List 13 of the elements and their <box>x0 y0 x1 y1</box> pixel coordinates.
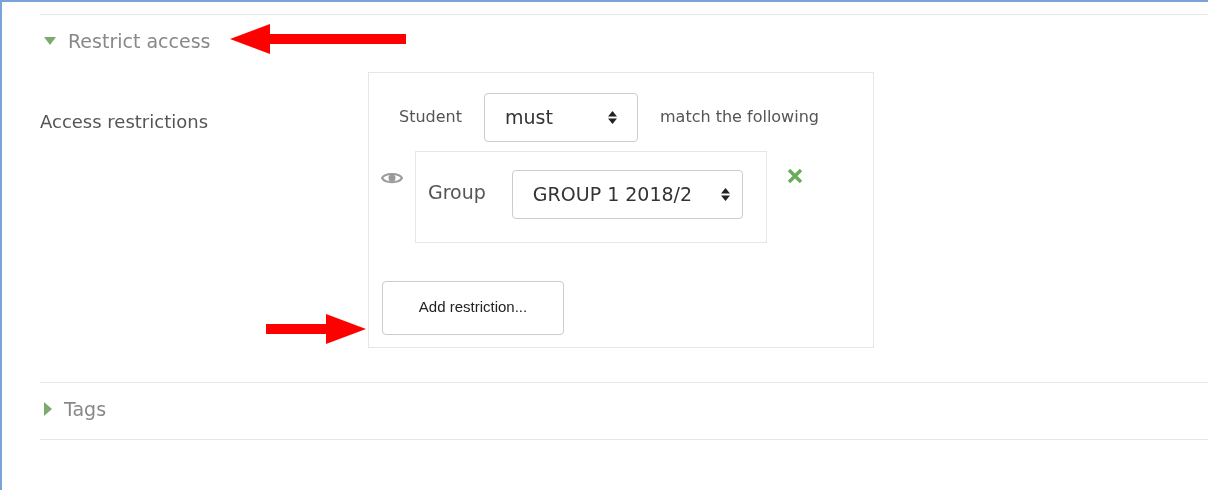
section-toggle[interactable]: Restrict access <box>68 27 211 56</box>
condition-label: Group <box>428 179 486 205</box>
condition-prefix: Student <box>399 106 462 128</box>
group-select[interactable]: GROUP 1 2018/2 <box>511 169 743 219</box>
updown-icon <box>608 110 617 124</box>
updown-icon <box>720 187 730 201</box>
add-restriction-button[interactable]: Add restriction... <box>382 280 564 335</box>
field-label: Access restrictions <box>40 109 209 134</box>
eye-icon[interactable] <box>381 170 403 185</box>
section-toggle[interactable]: Tags <box>64 394 107 423</box>
match-select[interactable]: must <box>484 92 638 142</box>
remove-icon[interactable] <box>787 167 803 184</box>
condition-suffix: match the following <box>660 106 819 128</box>
